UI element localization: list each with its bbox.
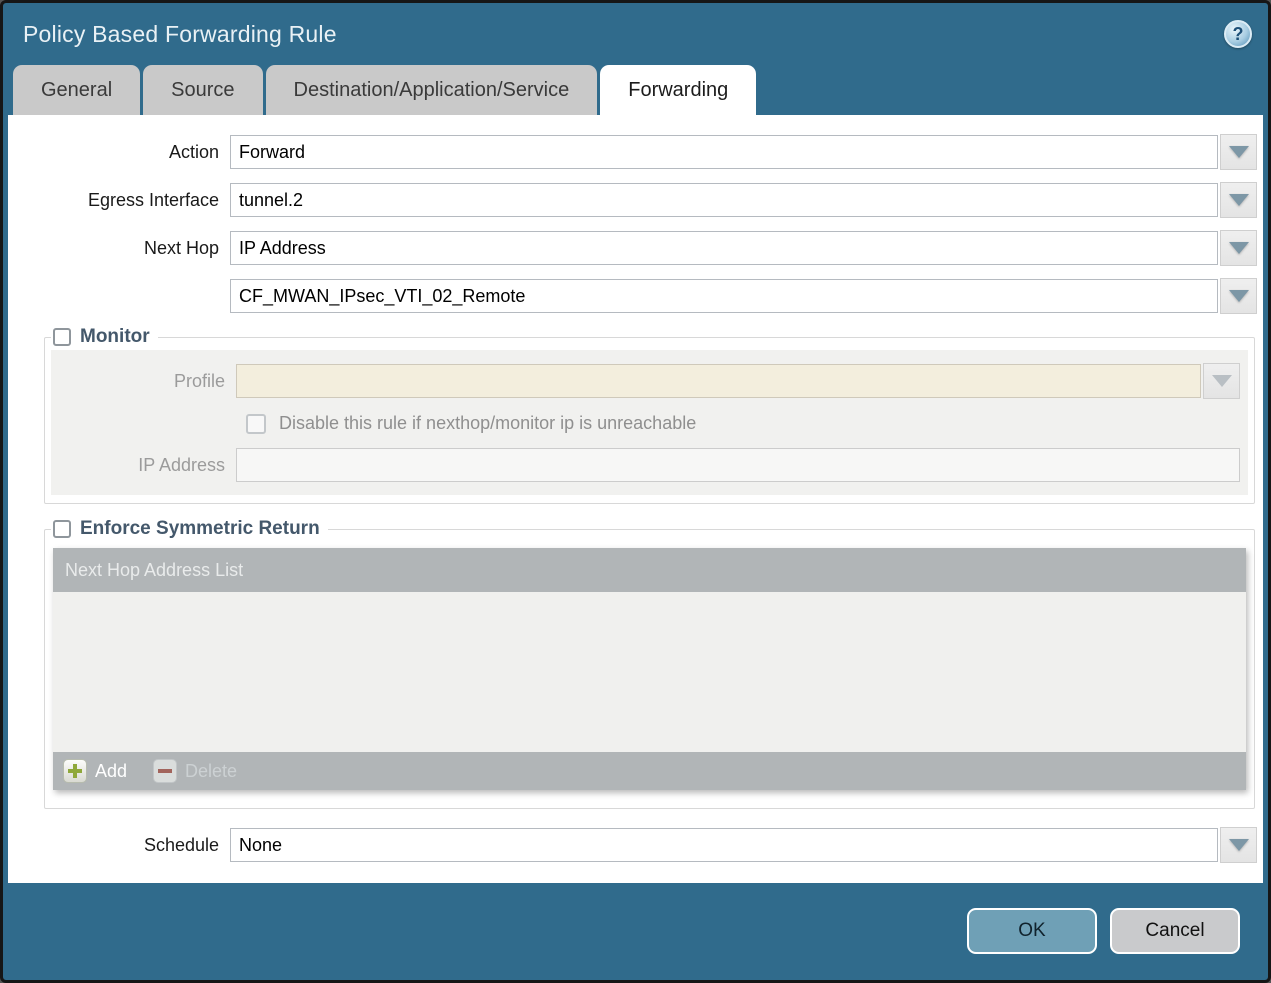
dialog-title: Policy Based Forwarding Rule bbox=[23, 21, 337, 48]
egress-interface-select[interactable]: tunnel.2 bbox=[230, 183, 1218, 217]
next-hop-label: Next Hop bbox=[14, 238, 219, 259]
egress-interface-row: Egress Interface tunnel.2 bbox=[14, 182, 1257, 218]
enforce-symmetric-return-checkbox[interactable] bbox=[53, 520, 71, 538]
chevron-down-icon bbox=[1212, 375, 1232, 387]
tab-general[interactable]: General bbox=[13, 65, 140, 115]
minus-icon bbox=[153, 759, 177, 783]
egress-interface-label: Egress Interface bbox=[14, 190, 219, 211]
schedule-label: Schedule bbox=[14, 835, 219, 856]
next-hop-type-select[interactable]: IP Address bbox=[230, 231, 1218, 265]
action-dropdown-button[interactable] bbox=[1220, 134, 1257, 170]
profile-dropdown-button bbox=[1203, 363, 1240, 399]
pbf-rule-dialog: Policy Based Forwarding Rule ? General S… bbox=[0, 0, 1271, 983]
monitor-legend-label: Monitor bbox=[80, 326, 150, 348]
profile-select[interactable] bbox=[236, 364, 1201, 398]
monitor-checkbox[interactable] bbox=[53, 328, 71, 346]
action-row: Action Forward bbox=[14, 134, 1257, 170]
forwarding-tab-panel: Action Forward Egress Interface tunnel.2… bbox=[8, 115, 1263, 883]
disable-rule-label: Disable this rule if nexthop/monitor ip … bbox=[279, 413, 696, 434]
next-hop-address-row: CF_MWAN_IPsec_VTI_02_Remote bbox=[14, 278, 1257, 314]
enforce-symmetric-return-legend: Enforce Symmetric Return bbox=[51, 518, 328, 540]
chevron-down-icon bbox=[1229, 242, 1249, 254]
next-hop-address-select[interactable]: CF_MWAN_IPsec_VTI_02_Remote bbox=[230, 279, 1218, 313]
egress-interface-dropdown-button[interactable] bbox=[1220, 182, 1257, 218]
add-button-label: Add bbox=[95, 761, 127, 782]
dialog-titlebar: Policy Based Forwarding Rule ? bbox=[3, 3, 1268, 65]
profile-row: Profile bbox=[59, 363, 1240, 399]
chevron-down-icon bbox=[1229, 194, 1249, 206]
monitor-panel: Profile Disable this rule if nexthop/mon… bbox=[51, 350, 1248, 495]
tab-source[interactable]: Source bbox=[143, 65, 262, 115]
schedule-select[interactable]: None bbox=[230, 828, 1218, 862]
next-hop-address-table-header: Next Hop Address List bbox=[53, 548, 1246, 592]
tab-destination-application-service[interactable]: Destination/Application/Service bbox=[266, 65, 598, 115]
schedule-row: Schedule None bbox=[14, 827, 1257, 863]
action-select[interactable]: Forward bbox=[230, 135, 1218, 169]
schedule-dropdown-button[interactable] bbox=[1220, 827, 1257, 863]
monitor-ip-address-row: IP Address bbox=[59, 448, 1240, 482]
monitor-legend: Monitor bbox=[51, 326, 158, 348]
delete-button-label: Delete bbox=[185, 761, 237, 782]
disable-rule-row: Disable this rule if nexthop/monitor ip … bbox=[246, 413, 1240, 434]
tab-bar: General Source Destination/Application/S… bbox=[3, 65, 1268, 115]
add-button[interactable]: Add bbox=[63, 759, 127, 783]
monitor-ip-address-label: IP Address bbox=[59, 455, 225, 476]
monitor-ip-address-input[interactable] bbox=[236, 448, 1240, 482]
chevron-down-icon bbox=[1229, 290, 1249, 302]
ok-button[interactable]: OK bbox=[967, 908, 1097, 954]
monitor-section: Monitor Profile Disable this rule if nex… bbox=[44, 326, 1255, 504]
next-hop-row: Next Hop IP Address bbox=[14, 230, 1257, 266]
delete-button: Delete bbox=[153, 759, 237, 783]
tab-forwarding[interactable]: Forwarding bbox=[600, 65, 756, 115]
enforce-symmetric-return-section: Enforce Symmetric Return Next Hop Addres… bbox=[44, 518, 1255, 809]
plus-icon bbox=[63, 759, 87, 783]
chevron-down-icon bbox=[1229, 146, 1249, 158]
action-label: Action bbox=[14, 142, 219, 163]
next-hop-address-table: Next Hop Address List Add Delete bbox=[53, 548, 1246, 790]
profile-label: Profile bbox=[59, 371, 225, 392]
dialog-footer: OK Cancel bbox=[3, 883, 1268, 978]
disable-rule-checkbox[interactable] bbox=[246, 414, 266, 434]
next-hop-address-table-toolbar: Add Delete bbox=[53, 752, 1246, 790]
next-hop-type-dropdown-button[interactable] bbox=[1220, 230, 1257, 266]
next-hop-address-table-body[interactable] bbox=[53, 592, 1246, 752]
cancel-button[interactable]: Cancel bbox=[1110, 908, 1240, 954]
enforce-symmetric-return-legend-label: Enforce Symmetric Return bbox=[80, 518, 320, 540]
chevron-down-icon bbox=[1229, 839, 1249, 851]
help-icon[interactable]: ? bbox=[1224, 20, 1252, 48]
next-hop-address-dropdown-button[interactable] bbox=[1220, 278, 1257, 314]
